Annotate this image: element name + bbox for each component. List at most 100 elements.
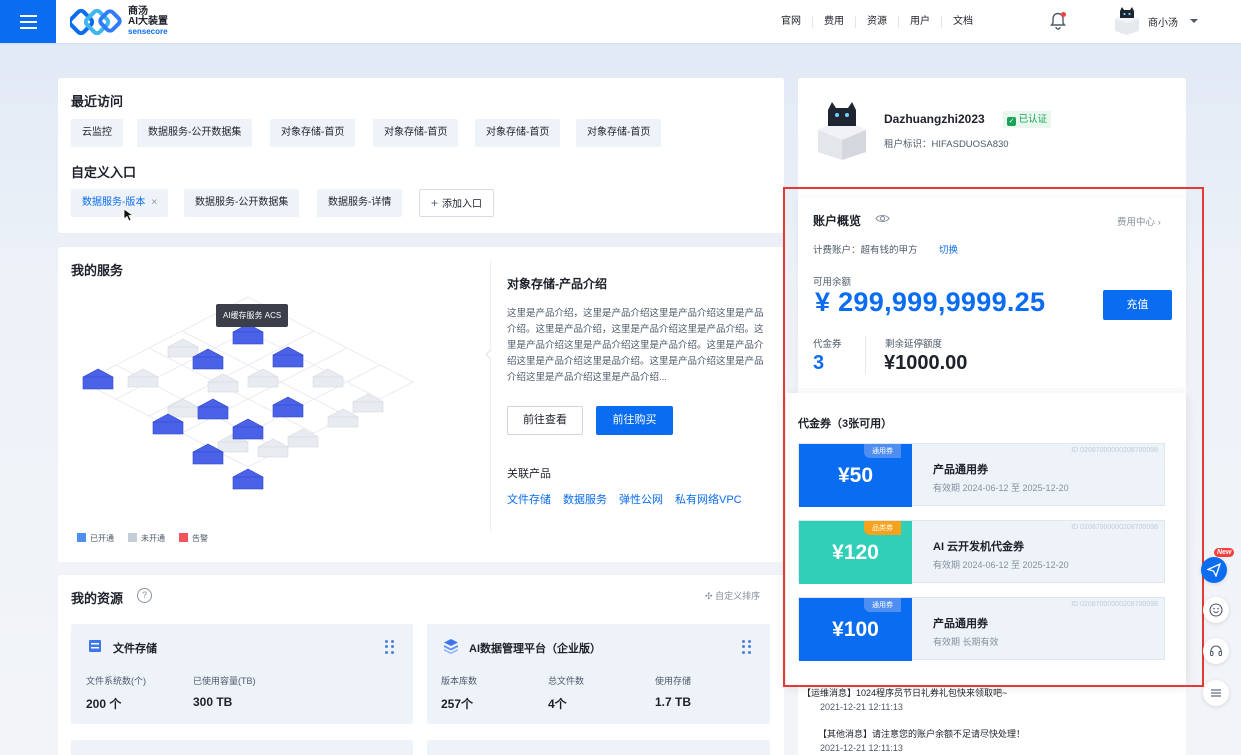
help-icon[interactable]: ? [137,588,152,603]
custom-entry-item[interactable]: 数据服务-版本 × [71,189,169,217]
resource-card[interactable] [427,740,770,755]
legend-item: 告警 [179,533,208,544]
nav-billing[interactable]: 费用 [813,15,856,28]
smile-icon [1209,603,1223,617]
resource-name: AI数据管理平台（企业版） [469,643,601,655]
my-services-card: 我的服务 AI缓存服务 ACS 已开通 未开通 告警 对象存储-产品介绍 这里是… [58,247,784,562]
nav-official[interactable]: 官网 [770,15,813,28]
services-title: 我的服务 [71,263,124,278]
close-icon[interactable]: × [151,197,157,208]
recent-item[interactable]: 数据服务-公开数据集 [137,119,253,147]
mouse-cursor-icon [123,208,135,222]
stat-label: 已使用容量(TB) [193,676,256,686]
recent-item[interactable]: 对象存储-首页 [576,119,662,147]
nav-users[interactable]: 用户 [899,15,942,28]
drag-handle-icon[interactable] [742,640,752,654]
related-link[interactable]: 私有网络VPC [675,491,742,507]
related-title: 关联产品 [507,468,551,480]
stat-label: 版本库数 [441,676,478,686]
stat-value: 200 个 [86,697,122,711]
legend-item: 未开通 [128,533,165,544]
logo[interactable]: 商汤 AI大装置 sensecore [70,6,168,38]
message-time: 2021-12-21 12:11:13 [820,743,903,753]
resource-card-ai-data[interactable]: AI数据管理平台（企业版） 版本库数 总文件数 使用存储 257个 4个 1.7… [427,624,770,724]
sensecore-logo-icon [70,8,122,36]
custom-entry-title: 自定义入口 [71,165,137,180]
top-bar: 商汤 AI大装置 sensecore 官网 费用 资源 用户 文档 商小汤 [0,0,1241,43]
highlight-box [783,187,1204,687]
stat-label: 总文件数 [548,676,585,686]
custom-entry-label: 数据服务-版本 [82,197,146,208]
quick-access-card: 最近访问 云监控 数据服务-公开数据集 对象存储-首页 对象存储-首页 对象存储… [58,78,784,233]
list-collapse-icon [1211,689,1221,697]
avatar-icon [1115,7,1139,35]
divider [490,261,491,531]
tenant-id: 租户标识：HIFASDUOSA830 [884,139,1009,150]
top-nav: 官网 费用 资源 用户 文档 [770,0,984,43]
recent-item[interactable]: 对象存储-首页 [373,119,459,147]
support-button[interactable] [1203,638,1229,664]
profile-avatar-icon [818,102,866,160]
custom-entry-item[interactable]: 数据服务-公开数据集 [184,189,300,217]
menu-button[interactable] [0,0,56,43]
smile-button[interactable] [1203,597,1229,623]
drag-handle-icon[interactable] [385,640,395,654]
view-button[interactable]: 前往查看 [507,406,583,435]
stat-value: 4个 [548,697,567,711]
message-item[interactable]: 【运维消息】1024程序员节日礼券礼包快来领取吧~ [802,686,1007,699]
headset-icon [1210,645,1222,656]
file-storage-icon [89,640,101,652]
username: 商小汤 [1148,17,1178,29]
nav-resources[interactable]: 资源 [856,15,899,28]
verified-badge: ✓ 已认证 [1003,111,1052,128]
service-legend: 已开通 未开通 告警 [77,533,208,544]
stat-label: 文件系统数(个) [86,676,146,686]
product-title: 对象存储-产品介绍 [507,277,607,291]
service-tooltip: AI缓存服务 ACS [216,304,289,327]
profile-name: Dazhuangzhi2023 [884,112,985,126]
related-link[interactable]: 弹性公网 [619,491,663,507]
stat-label: 使用存储 [655,676,692,686]
recent-title: 最近访问 [71,94,124,109]
stat-value: 300 TB [193,695,233,709]
resource-card-file-storage[interactable]: 文件存储 文件系统数(个) 已使用容量(TB) 200 个 300 TB [71,624,413,724]
stat-value: 257个 [441,697,474,711]
resources-title: 我的资源 [71,591,124,606]
chevron-down-icon [1190,19,1198,23]
notification-dot [1061,12,1066,17]
related-link[interactable]: 文件存储 [507,491,551,507]
related-links: 文件存储 数据服务 弹性公网 私有网络VPC [507,491,742,507]
ai-data-platform-icon [444,639,458,654]
recent-item[interactable]: 对象存储-首页 [270,119,356,147]
send-feedback-button[interactable] [1201,557,1227,583]
custom-entry-item[interactable]: 数据服务-详情 [317,189,403,217]
collapse-button[interactable] [1203,680,1229,706]
verified-label: 已认证 [1018,114,1048,125]
recent-item[interactable]: 云监控 [71,119,123,147]
legend-item: 已开通 [77,533,114,544]
resource-name: 文件存储 [113,643,157,655]
message-item[interactable]: 【其他消息】请注意您的账户余额不足请尽快处理！ [818,727,1025,740]
logo-line2: AI大装置 [128,16,168,27]
buy-button[interactable]: 前往购买 [596,406,673,435]
nav-docs[interactable]: 文档 [942,16,984,28]
related-link[interactable]: 数据服务 [563,491,607,507]
paper-plane-icon [1207,563,1221,577]
add-entry-label: 添加入口 [442,199,483,210]
recent-item[interactable]: 对象存储-首页 [475,119,561,147]
move-icon: ✣ [705,591,713,601]
product-description: 这里是产品介绍，这里是产品介绍这里是产品介绍这里是产品介绍。这里是产品介绍，这里… [507,308,764,383]
new-badge: New [1214,548,1235,557]
custom-sort-label: 自定义排序 [715,591,761,601]
user-menu[interactable]: 商小汤 [1114,7,1198,35]
stat-value: 1.7 TB [655,695,692,709]
logo-line3: sensecore [128,27,168,36]
message-time: 2021-12-21 12:11:13 [820,702,903,712]
add-entry-button[interactable]: + 添加入口 [419,189,495,217]
custom-sort-button[interactable]: ✣ 自定义排序 [705,589,760,602]
resource-card[interactable] [71,740,413,755]
my-resources-card: 我的资源 ? ✣ 自定义排序 文件存储 文件系统数(个) 已使用容量(TB) 2… [58,575,784,755]
shield-check-icon: ✓ [1007,117,1016,126]
plus-icon: + [431,196,439,210]
pointer-arrow [485,349,496,360]
